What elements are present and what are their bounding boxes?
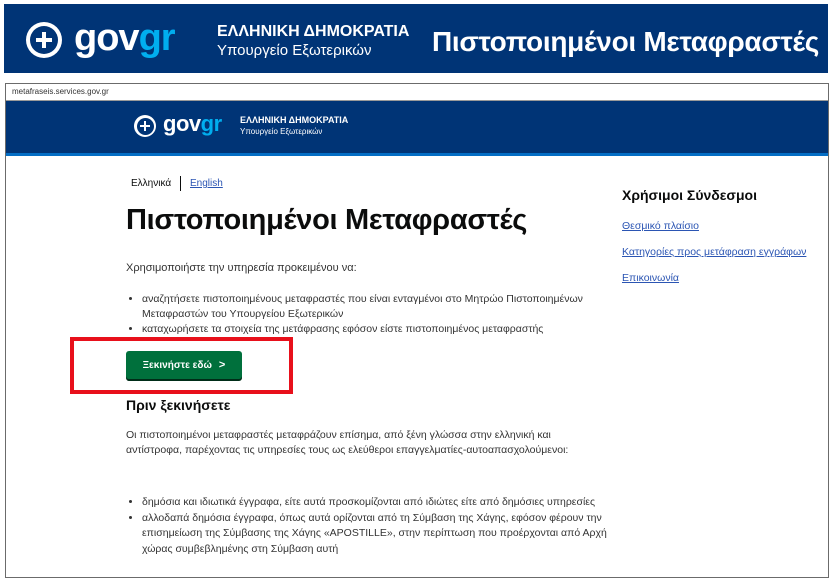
language-current: Ελληνικά: [131, 178, 172, 189]
purpose-list: αναζητήσετε πιστοποιημένους μεταφραστές …: [132, 292, 612, 337]
before-text: Οι πιστοποιημένοι μεταφραστές μεταφράζου…: [126, 429, 569, 456]
logo-gov-text: gov: [74, 17, 140, 59]
greek-emblem-icon: [26, 22, 62, 58]
list-item: αναζητήσετε πιστοποιημένους μεταφραστές …: [142, 292, 612, 322]
sidebar-link-contact[interactable]: Επικοινωνία: [622, 272, 679, 284]
start-button[interactable]: Ξεκινήστε εδώ >: [126, 351, 242, 379]
page-title: Πιστοποιημένοι Μεταφραστές: [126, 204, 528, 236]
sidebar-link-document-categories[interactable]: Κατηγορίες προς μετάφραση εγγράφων: [622, 246, 806, 258]
banner-ministry: Υπουργείο Εξωτερικών: [217, 42, 372, 59]
govgr-logo-link[interactable]: govgr: [163, 111, 222, 137]
before-heading: Πριν ξεκινήσετε: [126, 397, 231, 413]
language-divider: [180, 176, 181, 191]
start-button-label: Ξεκινήστε εδώ: [142, 359, 212, 371]
sidebar-heading: Χρήσιμοι Σύνδεσμοι: [622, 187, 757, 203]
top-banner: govgr ΕΛΛΗΝΙΚΗ ΔΗΜΟΚΡΑΤΙΑ Υπουργείο Εξωτ…: [4, 4, 828, 73]
logo-gr-text: gr: [138, 17, 176, 59]
banner-title: Πιστοποιημένοι Μεταφραστές: [432, 26, 819, 57]
browser-window: metafraseis.services.gov.gr govgr ΕΛΛΗΝΙ…: [5, 83, 829, 578]
logo-gov-text: gov: [163, 111, 201, 136]
site-header: govgr ΕΛΛΗΝΙΚΗ ΔΗΜΟΚΡΑΤΙΑ Υπουργείο Εξωτ…: [6, 101, 828, 156]
header-republic: ΕΛΛΗΝΙΚΗ ΔΗΜΟΚΡΑΤΙΑ: [240, 115, 349, 125]
greek-emblem-icon[interactable]: [134, 115, 156, 137]
sidebar-link-legal-framework[interactable]: Θεσμικό πλαίσιο: [622, 220, 699, 232]
logo-gr-text: gr: [200, 111, 223, 136]
banner-republic: ΕΛΛΗΝΙΚΗ ΔΗΜΟΚΡΑΤΙΑ: [217, 23, 410, 40]
url-bar[interactable]: metafraseis.services.gov.gr: [6, 84, 828, 101]
govgr-logo: govgr: [74, 17, 176, 59]
list-item: καταχωρήσετε τα στοιχεία της μετάφρασης …: [142, 322, 612, 337]
list-item: δημόσια και ιδιωτικά έγγραφα, είτε αυτά …: [142, 495, 612, 511]
document-types-list: δημόσια και ιδιωτικά έγγραφα, είτε αυτά …: [132, 495, 612, 557]
language-english-link[interactable]: English: [190, 178, 223, 189]
intro-text: Χρησιμοποιήστε την υπηρεσία προκειμένου …: [126, 262, 357, 274]
header-ministry: Υπουργείο Εξωτερικών: [240, 127, 323, 136]
chevron-right-icon: >: [218, 359, 226, 371]
list-item: αλλοδαπά δημόσια έγγραφα, όπως αυτά ορίζ…: [142, 511, 612, 558]
